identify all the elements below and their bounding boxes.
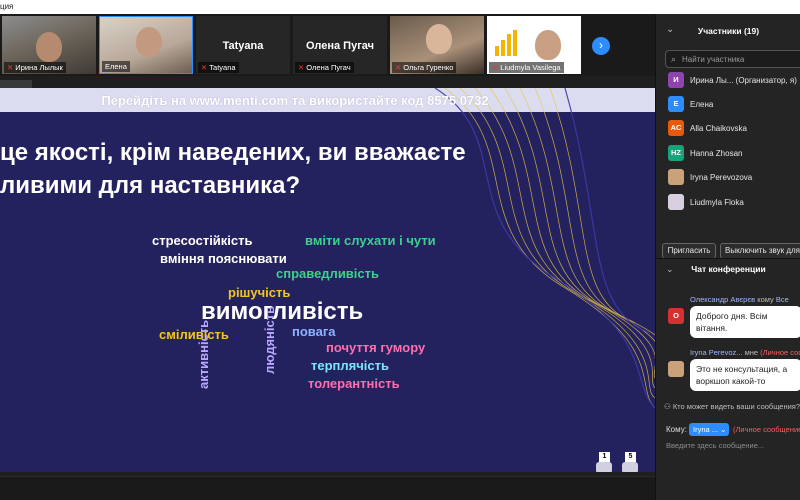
participant-search[interactable]: ⌕ [665,50,800,68]
avatar: О [668,308,684,324]
chat-input[interactable]: Введите здесь сообщение... [666,441,800,455]
video-strip: ✕ Ирина Лылык Елена Tatyana ✕ Tatyana Олен… [0,14,655,76]
participant-face [36,32,62,62]
search-icon: ⌕ [671,54,677,64]
word-cloud-item: справедливість [276,266,379,281]
mentimeter-slide: Перейдіть на www.menti.com та використай… [0,88,655,472]
chat-message: Доброго дня. Всім вітання. [690,306,800,338]
tile-caption: Елена [102,61,130,72]
mic-muted-icon: ✕ [201,63,208,72]
video-tile[interactable]: ✕ Ирина Лылык [2,16,96,74]
video-tile[interactable]: ✕ Ольга Гуренко [390,16,484,74]
to-label: Кому: [666,425,687,434]
tile-caption: ✕ Tatyana [198,62,239,73]
word-cloud-item: вимогливість [201,298,364,325]
word-cloud-item: почуття гумору [326,340,426,355]
avatar [668,361,684,377]
tile-big-name: Tatyana [222,40,264,52]
menti-instruction: Перейдіть на www.menti.com та використай… [101,93,489,108]
recipient-select[interactable]: Iryna ... ⌄ [689,423,729,436]
recipient-row: Кому: Iryna ... ⌄ (Личное сообщение) [666,423,800,437]
slide-question: це якості, крім наведених, ви вважаєте л… [0,139,466,199]
chat-title: Чат конференции [691,264,766,274]
people-icon: ⚇ [664,402,673,411]
chevron-down-icon: ⌄ [720,425,727,434]
chat-header: ⌄ Чат конференции [656,258,800,276]
avatar [668,169,684,185]
participant-name: Liudmyla Floka [690,198,744,207]
avatar: Е [668,96,684,112]
participant-face [535,30,561,60]
participant-name: Hanna Zhosan [690,149,743,158]
chat-bubble-icon [596,462,612,472]
mic-muted-icon: ✕ [395,63,402,72]
reactions-counter[interactable]: 1 [592,452,616,472]
participant-name: Alla Chaikovska [690,124,747,133]
word-cloud-item: стресостійкість [152,233,253,248]
tile-big-name: Олена Пугач [305,40,375,52]
mic-muted-icon: ✕ [7,63,14,72]
menti-url[interactable]: www.menti.com [190,93,288,108]
side-panel: ⌄ Участники (19) ⌕ И Ирина Лы... (Органи… [655,14,800,500]
participant-row[interactable]: AC Alla Chaikovska [668,120,800,138]
mic-muted-icon: ✕ [298,63,305,72]
tile-caption: ✕ Олена Пугач [295,62,354,73]
mute-all-button[interactable]: Выключить звук для в [720,243,800,259]
word-cloud-item: вміння пояснювати [160,251,287,266]
participant-name: Ирина Лы... (Организатор, я) [690,76,797,85]
participant-face [136,27,162,57]
participant-row[interactable]: И Ирина Лы... (Организатор, я) [668,72,800,90]
invite-button[interactable]: Пригласить [662,243,716,259]
participant-row[interactable]: Е Елена [668,96,800,114]
participant-search-input[interactable] [682,53,800,66]
word-cloud-item: повага [292,324,336,339]
avatar: AC [668,120,684,136]
tile-caption: ✕ Liudmyla Vasilega [489,62,564,73]
audience-counter[interactable]: 5 [618,452,642,472]
participant-row[interactable]: HZ Hanna Zhosan [668,145,800,163]
video-tile[interactable]: ✕ Liudmyla Vasilega [487,16,581,74]
message-meta: Олександр Авєрєв кому Все [690,295,789,304]
menti-code: 8575 0732 [427,93,489,108]
video-tile[interactable]: Олена Пугач ✕ Олена Пугач [293,16,387,74]
participant-face [426,24,452,54]
window-title-bar: ция [0,0,800,14]
participants-title: Участники (19) [697,26,760,36]
word-cloud-item: толерантність [308,376,400,391]
video-tile[interactable]: Tatyana ✕ Tatyana [196,16,290,74]
participant-name: Елена [690,100,714,109]
person-icon [622,462,638,472]
window-title: ция [0,2,14,11]
avatar: HZ [668,145,684,161]
participant-name: Iryna Perevozova [690,173,753,182]
word-cloud-item: терплячість [311,358,389,373]
participants-header: ⌄ Участники (19) [656,14,800,46]
participant-row[interactable]: Liudmyla Floka [668,194,800,212]
message-meta: Iryna Perevoz... мне (Личное сооб [690,348,800,357]
word-cloud-item: активність [196,319,211,389]
word-cloud-item: сміливість [159,327,229,342]
mic-muted-icon: ✕ [492,63,499,72]
private-indicator: (Личное сообщение) [733,425,800,434]
video-tile-active[interactable]: Елена [99,16,193,74]
word-cloud-item: вміти слухати і чути [305,233,436,248]
tile-caption: ✕ Ольга Гуренко [392,62,457,73]
logo-bars-icon [495,30,521,56]
avatar [668,194,684,210]
chevron-right-icon: › [599,38,603,52]
meeting-toolbar [0,476,655,500]
participant-row[interactable]: Iryna Perevozova [668,169,800,187]
next-page-button[interactable]: › [592,37,610,55]
tile-caption: ✕ Ирина Лылык [4,62,66,73]
avatar: И [668,72,684,88]
who-can-see-link[interactable]: ⚇ Кто может видеть ваши сообщения? [664,402,800,411]
word-cloud-item: людяність [262,305,277,374]
chat-message: Это не консультация, а воркшоп какой-то [690,359,800,391]
